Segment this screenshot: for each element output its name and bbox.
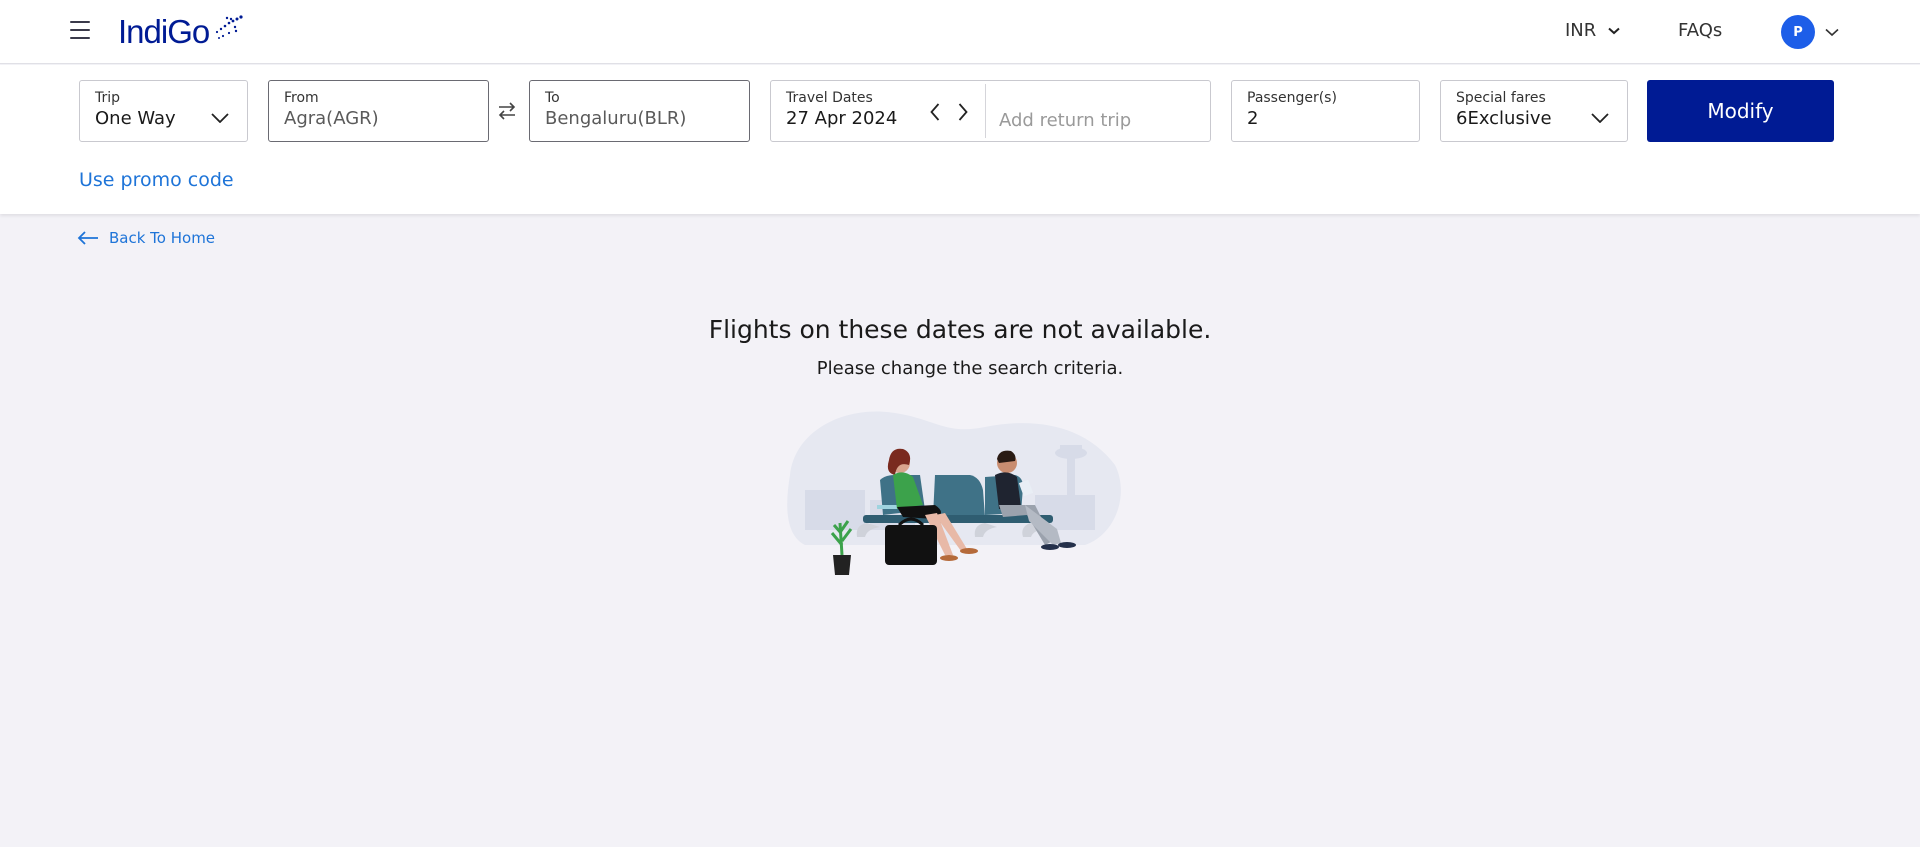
previous-date-button[interactable] [930,103,940,125]
trip-type-select[interactable]: Trip One Way [79,80,248,142]
special-fares-value: 6Exclusive [1456,108,1552,129]
chevron-down-icon [211,113,229,123]
plane-logo-icon [216,15,243,39]
trip-label: Trip [95,90,121,106]
back-label: Back To Home [109,229,216,247]
top-header: IndiGo INR FAQs P [0,0,1920,64]
no-flights-subtitle: Please change the search criteria. [816,358,1124,379]
departure-date-value: 27 Apr 2024 [786,108,898,129]
special-fares-select[interactable]: Special fares 6Exclusive [1440,80,1628,142]
no-flights-title: Flights on these dates are not available… [708,315,1212,344]
from-label: From [284,90,319,106]
travel-dates-field[interactable]: Travel Dates 27 Apr 2024 [770,80,1211,142]
logo-text: IndiGo [118,13,210,50]
passengers-field[interactable]: Passenger(s) 2 [1231,80,1420,142]
date-navigation [930,103,968,125]
date-divider [985,84,986,138]
add-return-trip[interactable]: Add return trip [999,110,1131,131]
chevron-down-icon [1825,28,1839,36]
to-label: To [545,90,560,106]
chevron-right-icon [958,103,968,121]
travel-dates-label: Travel Dates [786,90,873,106]
currency-label: INR [1565,20,1597,41]
chevron-left-icon [930,103,940,121]
to-field[interactable]: To Bengaluru(BLR) [529,80,750,142]
avatar: P [1781,15,1815,49]
waiting-passengers-illustration [787,411,1121,575]
swap-icon[interactable] [496,100,518,122]
from-field[interactable]: From Agra(AGR) [268,80,489,142]
modify-button[interactable]: Modify [1647,80,1834,142]
from-value: Agra(AGR) [284,108,379,129]
arrow-left-icon [77,231,98,245]
special-fares-label: Special fares [1456,90,1546,106]
back-to-home-link[interactable]: Back To Home [77,229,215,247]
menu-icon[interactable] [70,21,91,41]
chevron-down-icon [1608,27,1620,34]
to-value: Bengaluru(BLR) [545,108,687,129]
indigo-logo[interactable]: IndiGo [118,12,245,52]
promo-code-link[interactable]: Use promo code [79,169,234,191]
passengers-value: 2 [1247,108,1259,129]
user-menu[interactable]: P [1781,15,1839,49]
flight-search-bar: Trip One Way From Agra(AGR) To Bengaluru… [0,65,1920,214]
next-date-button[interactable] [958,103,968,125]
currency-selector[interactable]: INR [1565,20,1620,41]
passengers-label: Passenger(s) [1247,90,1337,106]
chevron-down-icon [1591,113,1609,123]
faqs-link[interactable]: FAQs [1678,20,1722,41]
